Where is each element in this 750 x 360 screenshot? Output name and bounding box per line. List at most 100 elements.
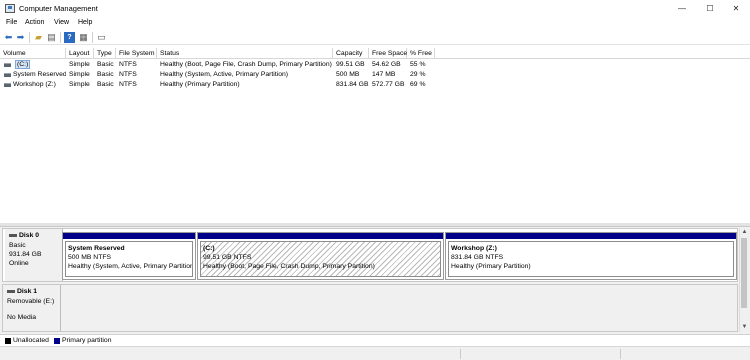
volume-list-header: Volume Layout Type File System Status Ca… (0, 48, 750, 59)
partition-name: System Reserved (68, 245, 125, 252)
menu-bar: File Action View Help (0, 18, 750, 30)
volume-type: Basic (97, 81, 114, 88)
volume-free-space: 54.62 GB (372, 61, 401, 68)
disk-kind: Basic (9, 242, 26, 249)
column-header-type[interactable]: Type (94, 48, 116, 59)
column-header-capacity[interactable]: Capacity (333, 48, 369, 59)
title-bar: Computer Management — ☐ ✕ (0, 0, 750, 18)
help-icon[interactable]: ? (64, 32, 75, 43)
disk-info[interactable]: Disk 1 Removable (E:) No Media (3, 285, 61, 331)
volume-row[interactable]: (C:) Simple Basic NTFS Healthy (Boot, Pa… (0, 60, 750, 70)
column-header-status[interactable]: Status (157, 48, 333, 59)
partition-status: Healthy (Boot, Page File, Crash Dump, Pr… (203, 263, 375, 270)
disk-graphical-view: Disk 0 Basic 931.84 GB Online System Res… (0, 227, 750, 334)
volume-row[interactable]: Workshop (Z:) Simple Basic NTFS Healthy … (0, 80, 750, 90)
maximize-button[interactable]: ☐ (696, 1, 724, 17)
partition-system-reserved[interactable]: System Reserved 500 MB NTFS Healthy (Sys… (62, 232, 196, 280)
column-header-layout[interactable]: Layout (66, 48, 94, 59)
scroll-thumb[interactable] (741, 238, 747, 308)
menu-view[interactable]: View (54, 19, 69, 26)
computer-management-icon (5, 4, 15, 13)
menu-file[interactable]: File (6, 19, 17, 26)
console-tree-icon[interactable]: ▤ (46, 32, 57, 43)
volume-name: System Reserved (13, 71, 66, 78)
partition-size: 99.51 GB NTFS (203, 254, 252, 261)
volume-file-system: NTFS (119, 61, 137, 68)
volume-layout: Simple (69, 71, 90, 78)
volume-list: Volume Layout Type File System Status Ca… (0, 48, 750, 223)
partition-status: Healthy (System, Active, Primary Partiti… (68, 263, 193, 270)
primary-partition-bar (446, 233, 736, 239)
menu-help[interactable]: Help (78, 19, 92, 26)
close-button[interactable]: ✕ (722, 1, 750, 17)
primary-partition-bar (63, 233, 195, 239)
volume-free-space: 147 MB (372, 71, 396, 78)
partition-c[interactable]: (C:) 99.51 GB NTFS Healthy (Boot, Page F… (197, 232, 444, 280)
partition-size: 500 MB NTFS (68, 254, 112, 261)
column-header-free-space[interactable]: Free Space (369, 48, 407, 59)
scroll-up-arrow-icon[interactable]: ▲ (740, 228, 749, 237)
volume-status: Healthy (Primary Partition) (160, 81, 240, 88)
volume-capacity: 99.51 GB (336, 61, 365, 68)
graph-scrollbar[interactable]: ▲ ▼ (739, 228, 748, 332)
volume-capacity: 831.84 GB (336, 81, 369, 88)
partition-workshop[interactable]: Workshop (Z:) 831.84 GB NTFS Healthy (Pr… (445, 232, 737, 280)
forward-arrow-icon[interactable]: ➡ (15, 32, 26, 43)
up-folder-icon[interactable]: ▰ (33, 32, 44, 43)
status-divider (620, 349, 621, 359)
volume-file-system: NTFS (119, 71, 137, 78)
scroll-down-arrow-icon[interactable]: ▼ (740, 323, 749, 332)
volume-percent-free: 69 % (410, 81, 426, 88)
minimize-button[interactable]: — (668, 1, 696, 17)
volume-file-system: NTFS (119, 81, 137, 88)
disk-size: 931.84 GB (9, 251, 42, 258)
partition-status: Healthy (Primary Partition) (451, 263, 531, 270)
legend: Unallocated Primary partition (0, 334, 750, 346)
status-bar (0, 346, 750, 360)
disk-name: Disk 0 (19, 232, 40, 239)
disk-info[interactable]: Disk 0 Basic 931.84 GB Online (5, 229, 63, 281)
volume-status: Healthy (Boot, Page File, Crash Dump, Pr… (160, 61, 332, 68)
volume-percent-free: 29 % (410, 71, 426, 78)
volume-status: Healthy (System, Active, Primary Partiti… (160, 71, 289, 78)
primary-partition-swatch (54, 338, 60, 344)
disk-state: Online (9, 260, 29, 267)
partition-name: Workshop (Z:) (451, 245, 497, 252)
properties-icon[interactable]: ▦ (78, 32, 89, 43)
disk-state: No Media (7, 314, 37, 321)
disk-icon (7, 290, 15, 293)
window-title: Computer Management (19, 4, 98, 13)
volume-type: Basic (97, 71, 114, 78)
volume-capacity: 500 MB (336, 71, 360, 78)
legend-primary-partition: Primary partition (62, 337, 112, 344)
selected-partition-hatch: (C:) 99.51 GB NTFS Healthy (Boot, Page F… (200, 241, 441, 277)
volume-free-space: 572.77 GB (372, 81, 405, 88)
partition-name: (C:) (203, 245, 215, 252)
volume-layout: Simple (69, 81, 90, 88)
volume-type: Basic (97, 61, 114, 68)
back-arrow-icon[interactable]: ⬅ (3, 32, 14, 43)
disk-row: Disk 0 Basic 931.84 GB Online System Res… (2, 228, 738, 282)
disk-view-icon[interactable]: ▭ (96, 32, 107, 43)
column-header-percent-free[interactable]: % Free (407, 48, 435, 59)
volume-percent-free: 55 % (410, 61, 426, 68)
disk-row: Disk 1 Removable (E:) No Media (2, 284, 738, 332)
toolbar: ⬅ ➡ ▰ ▤ ? ▦ ▭ (0, 30, 750, 45)
primary-partition-bar (198, 233, 443, 239)
legend-unallocated: Unallocated (13, 337, 49, 344)
status-divider (460, 349, 461, 359)
disk-name: Disk 1 (17, 288, 38, 295)
drive-icon (4, 63, 11, 67)
volume-name: Workshop (Z:) (13, 81, 56, 88)
menu-action[interactable]: Action (25, 19, 44, 26)
column-header-volume[interactable]: Volume (0, 48, 66, 59)
volume-layout: Simple (69, 61, 90, 68)
unallocated-swatch (5, 338, 11, 344)
toolbar-separator (60, 32, 61, 43)
volume-row[interactable]: System Reserved Simple Basic NTFS Health… (0, 70, 750, 80)
toolbar-separator (92, 32, 93, 43)
partition-size: 831.84 GB NTFS (451, 254, 504, 261)
disk-icon (9, 234, 17, 237)
disk-kind: Removable (E:) (7, 298, 55, 305)
column-header-file-system[interactable]: File System (116, 48, 157, 59)
